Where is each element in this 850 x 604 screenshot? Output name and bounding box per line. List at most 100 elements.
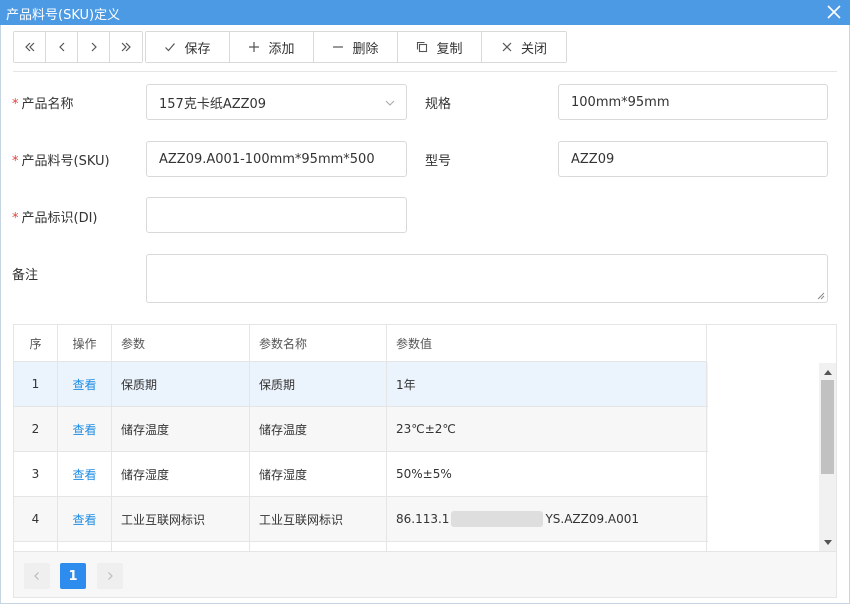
redacted-block [451, 511, 544, 527]
value-prefix: 86.113.1 [396, 512, 450, 526]
chevron-down-icon [385, 100, 395, 106]
table-row[interactable]: 1 查看 保质期 保质期 1年 [14, 362, 708, 407]
view-link[interactable]: 查看 [58, 452, 112, 496]
view-link[interactable]: 查看 [58, 362, 112, 406]
check-icon [165, 43, 176, 52]
view-link[interactable]: 查看 [58, 497, 112, 541]
close-icon [502, 42, 512, 52]
di-label-text: 产品标识(DI) [21, 211, 98, 226]
vertical-scrollbar[interactable] [819, 363, 836, 551]
row-no: 4 [14, 497, 58, 541]
save-button[interactable]: 保存 [146, 32, 230, 62]
param-cell: 工业互联网标识 [112, 497, 250, 541]
param-name-cell: 储存温度 [250, 407, 387, 451]
model-input[interactable]: AZZ09 [558, 141, 828, 177]
double-right-icon [121, 42, 131, 52]
sku-label: * 产品料号(SKU) [12, 150, 110, 169]
prev-record-button[interactable] [46, 32, 78, 62]
product-name-select[interactable]: 157克卡纸AZZ09 [146, 84, 407, 120]
remark-textarea[interactable] [146, 254, 828, 303]
row-no: 2 [14, 407, 58, 451]
param-cell: 储存湿度 [112, 452, 250, 496]
param-name-cell: 保质期 [250, 362, 387, 406]
triangle-up-icon [823, 369, 832, 375]
column-header-no[interactable]: 序 [14, 325, 58, 361]
param-value-cell: 50%±5% [387, 452, 707, 496]
param-name-cell: 储存湿度 [250, 452, 387, 496]
required-mark: * [12, 154, 19, 169]
scroll-up-button[interactable] [819, 363, 836, 380]
delete-label: 删除 [352, 41, 379, 57]
column-header-param[interactable]: 参数 [112, 325, 250, 361]
scroll-thumb[interactable] [821, 380, 834, 474]
product-name-value: 157克卡纸AZZ09 [159, 96, 267, 112]
param-cell: 保质期 [112, 362, 250, 406]
model-label: 型号 [425, 154, 452, 169]
spec-label: 规格 [425, 97, 452, 112]
triangle-down-icon [823, 539, 832, 545]
last-record-button[interactable] [110, 32, 142, 62]
window-title: 产品料号(SKU)定义 [6, 8, 121, 23]
row-no: 1 [14, 362, 58, 406]
close-icon [827, 5, 841, 19]
action-buttons: 保存 添加 删除 复制 关闭 [145, 31, 567, 63]
table-row[interactable] [14, 542, 708, 551]
spec-input[interactable]: 100mm*95mm [558, 84, 828, 120]
scroll-down-button[interactable] [819, 534, 836, 551]
copy-label: 复制 [436, 41, 463, 57]
delete-button[interactable]: 删除 [314, 32, 398, 62]
parameter-grid: 序 操作 参数 参数名称 参数值 1 查看 保质期 保质期 1年 2 查看 储存… [13, 324, 837, 598]
next-record-button[interactable] [78, 32, 110, 62]
table-row[interactable]: 4 查看 工业互联网标识 工业互联网标识 86.113.1 YS.AZZ09.A0… [14, 497, 708, 542]
close-label: 关闭 [520, 41, 547, 57]
pager-next-button[interactable] [97, 563, 123, 589]
column-header-action[interactable]: 操作 [58, 325, 112, 361]
column-header-param-value[interactable]: 参数值 [387, 325, 707, 361]
param-value-cell: 23℃±2℃ [387, 407, 707, 451]
grid-body: 1 查看 保质期 保质期 1年 2 查看 储存温度 储存温度 23℃±2℃ 3 … [14, 362, 708, 551]
param-name-cell: 工业互联网标识 [250, 497, 387, 541]
chevron-right-icon [108, 572, 113, 580]
pager-page-1[interactable]: 1 [60, 563, 86, 589]
param-name-cell [250, 542, 387, 551]
pagination: 1 [14, 551, 836, 597]
grid-header: 序 操作 参数 参数名称 参数值 [14, 325, 707, 362]
close-button[interactable]: 关闭 [482, 32, 566, 62]
copy-button[interactable]: 复制 [398, 32, 482, 62]
sku-label-text: 产品料号(SKU) [21, 154, 110, 169]
add-button[interactable]: 添加 [230, 32, 314, 62]
param-value-cell: 1年 [387, 362, 707, 406]
model-value: AZZ09 [571, 151, 615, 167]
chevron-left-icon [34, 572, 39, 580]
chevron-right-icon [91, 42, 97, 52]
spec-value: 100mm*95mm [571, 94, 670, 110]
required-mark: * [12, 97, 19, 112]
close-window-button[interactable] [824, 1, 844, 23]
column-header-param-name[interactable]: 参数名称 [250, 325, 387, 361]
pager-prev-button[interactable] [24, 563, 50, 589]
table-row[interactable]: 2 查看 储存温度 储存温度 23℃±2℃ [14, 407, 708, 452]
view-link[interactable]: 查看 [58, 407, 112, 451]
sku-value: AZZ09.A001-100mm*95mm*500 [159, 151, 375, 167]
row-no: 3 [14, 452, 58, 496]
record-navigation [13, 31, 143, 63]
product-name-label-text: 产品名称 [21, 97, 74, 112]
toolbar-divider [13, 71, 837, 72]
param-cell: 储存温度 [112, 407, 250, 451]
row-no [14, 542, 58, 551]
sku-input[interactable]: AZZ09.A001-100mm*95mm*500 [146, 141, 407, 177]
view-link [58, 542, 112, 551]
param-value-cell [387, 542, 707, 551]
value-suffix: YS.AZZ09.A001 [545, 512, 640, 526]
product-name-label: * 产品名称 [12, 93, 74, 112]
double-left-icon [24, 42, 34, 52]
toolbar: 保存 添加 删除 复制 关闭 [13, 31, 567, 63]
minus-icon [333, 46, 344, 48]
di-label: * 产品标识(DI) [12, 207, 98, 226]
copy-icon [417, 41, 428, 53]
di-input[interactable] [146, 197, 407, 233]
first-record-button[interactable] [14, 32, 46, 62]
resize-grip-icon[interactable] [817, 292, 825, 300]
remark-label: 备注 [12, 268, 39, 283]
table-row[interactable]: 3 查看 储存湿度 储存湿度 50%±5% [14, 452, 708, 497]
